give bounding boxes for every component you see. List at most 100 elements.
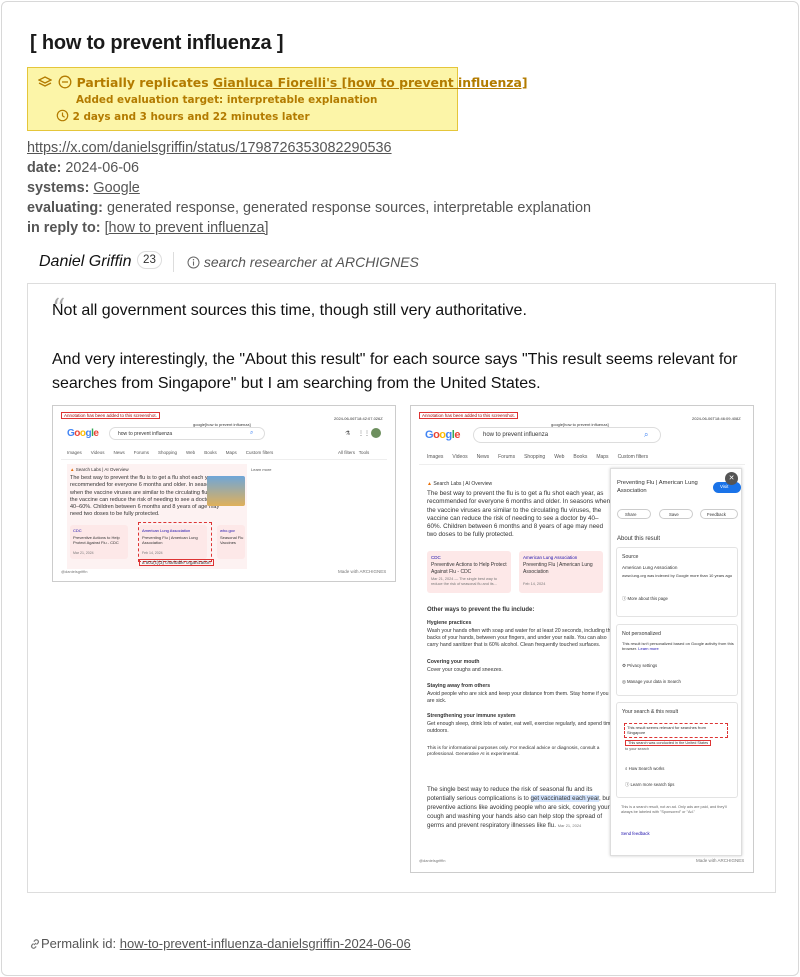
made-with: Made with ARCHIGNES <box>338 569 387 574</box>
labs-icon: ▲ <box>427 481 432 487</box>
replication-target-link[interactable]: Gianluca Fiorelli's [how to prevent infl… <box>213 75 528 90</box>
overview-label: ▲ Search Labs | AI Overview <box>427 481 492 487</box>
quote-block: “ Not all government sources this time, … <box>27 283 776 893</box>
np-heading: Not personalized <box>622 631 661 637</box>
section-text: Avoid people who are sick and keep your … <box>427 691 609 704</box>
replication-banner: Partially replicates Gianluca Fiorelli's… <box>27 67 528 131</box>
section-heading: Staying away from others <box>427 683 491 689</box>
search-tab[interactable]: News <box>477 454 490 460</box>
source-card[interactable]: CDC Preventive Actions to Help Protect A… <box>70 525 128 559</box>
source-card[interactable]: American Lung Association Preventing Flu… <box>519 551 603 593</box>
replication-time: 2 days and 3 hours and 22 minutes later <box>72 111 310 123</box>
search-tab[interactable]: Custom filters <box>246 450 274 455</box>
screenshot-thumbnail-2[interactable]: Annotation has been added to this screen… <box>410 405 754 873</box>
search-tab[interactable]: Web <box>554 454 564 460</box>
shot-handle: @danielsgriffin <box>419 858 446 863</box>
search-tab[interactable]: Maps <box>226 450 237 455</box>
made-with: Made with ARCHIGNES <box>696 858 745 863</box>
tools-row: All filters Tools <box>338 450 369 455</box>
search-tab[interactable]: Books <box>573 454 587 460</box>
source-card[interactable]: who.gov Seasonal Flu Vaccines <box>217 525 245 559</box>
bottom-snippet: The single best way to reduce the risk o… <box>427 786 615 831</box>
shot-timestamp: 2024-06-06T18:42:07.026Z <box>334 416 383 421</box>
shot-timestamp: 2024-06-06T18:46:09.408Z <box>692 416 741 421</box>
more-about-link[interactable]: ⓘ More about this page <box>622 596 668 602</box>
overview-label: ▲ Search Labs | AI Overview <box>70 467 129 472</box>
screenshot-thumbnail-1[interactable]: Annotation has been added to this screen… <box>52 405 396 582</box>
permalink-label: Permalink id: <box>41 936 117 951</box>
bottom-highlight: get vaccinated each year <box>530 794 599 802</box>
search-tab[interactable]: Shopping <box>158 450 177 455</box>
learn-more-link[interactable]: Learn more <box>251 467 271 472</box>
gear-icon: ⚙ <box>622 663 626 668</box>
all-filters[interactable]: All filters <box>338 450 355 455</box>
search-tab[interactable]: Custom filters <box>618 454 649 460</box>
feedback-button[interactable]: Feedback <box>700 509 738 519</box>
permalink-id-link[interactable]: how-to-prevent-influenza-danielsgriffin-… <box>120 936 411 951</box>
search-tab[interactable]: Books <box>204 450 217 455</box>
systems-link[interactable]: Google <box>93 180 139 196</box>
replication-row: Partially replicates Gianluca Fiorelli's… <box>38 75 528 90</box>
overview-text: The best way to prevent the flu is to ge… <box>70 475 228 518</box>
annotation-highlight <box>138 522 212 562</box>
post-page: [ how to prevent influenza ] Partially r… <box>1 1 799 976</box>
source-name: CDC <box>73 528 82 533</box>
send-feedback-link[interactable]: Send feedback <box>621 831 650 836</box>
author-name[interactable]: Daniel Griffin <box>39 253 131 271</box>
share-label: Share <box>625 512 637 517</box>
manage-data-link[interactable]: ◎ Manage your data in Search <box>622 679 681 685</box>
search-input[interactable]: how to prevent influenza ⌕ <box>473 427 661 443</box>
search-tab[interactable]: Forums <box>134 450 149 455</box>
search-tab[interactable]: Videos <box>452 454 467 460</box>
meta-reply-row: in reply to: [how to prevent influenza] <box>27 220 269 236</box>
np-learn-link[interactable]: Learn more <box>638 646 658 651</box>
search-tab[interactable]: Web <box>186 450 195 455</box>
search-tab[interactable]: Images <box>67 450 82 455</box>
relevant-text: This result seems relevant for searches … <box>624 723 728 738</box>
save-button[interactable]: Save <box>659 509 693 519</box>
date-label: date: <box>27 160 62 176</box>
reply-link[interactable]: [how to prevent influenza] <box>105 220 269 236</box>
source-title: Preventive Actions to Help Protect Again… <box>73 535 120 546</box>
search-input[interactable]: how to prevent influenza ⌕ <box>109 427 265 440</box>
replication-prefix: Partially replicates <box>76 75 209 90</box>
privacy-settings-link[interactable]: ⚙ Privacy settings <box>622 663 657 669</box>
search-icon[interactable]: ⌕ <box>250 430 253 437</box>
section-heading: Covering your mouth <box>427 659 480 665</box>
how-works-label: How Search works <box>628 766 665 771</box>
disclaimer: This is for informational purposes only.… <box>427 746 600 758</box>
source-card[interactable]: CDC Preventive Actions to Help Protect A… <box>427 551 511 593</box>
panel-footer: This is a search result, not an ad. Only… <box>621 805 727 814</box>
search-tabs: Images Videos News Forums Shopping Web Books Ma… <box>427 454 657 460</box>
search-tab[interactable]: Shopping <box>524 454 545 460</box>
search-tab[interactable]: Maps <box>596 454 608 460</box>
apps-icon[interactable]: ⋮⋮ <box>358 430 370 437</box>
close-icon[interactable]: ✕ <box>725 472 738 485</box>
source-title: Preventing Flu | American Lung Associati… <box>523 562 593 575</box>
how-search-works-link[interactable]: ⌕ How Search works <box>625 766 664 771</box>
search-icon[interactable]: ⌕ <box>644 430 648 440</box>
search-tab[interactable]: News <box>113 450 124 455</box>
annotation-notice: Annotation has been added to this screen… <box>61 412 160 419</box>
source-title: Preventive Actions to Help Protect Again… <box>431 562 507 575</box>
section-text: Cover your coughs and sneezes. <box>427 667 503 673</box>
section-text: Wash your hands often with soap and wate… <box>427 628 614 648</box>
tools-button[interactable]: Tools <box>359 450 370 455</box>
search-tab[interactable]: Images <box>427 454 443 460</box>
annotation-note: a 501(c)(3) charitable organization <box>139 559 214 566</box>
avatar[interactable] <box>371 428 381 438</box>
search-tab[interactable]: Forums <box>498 454 515 460</box>
author-role: search researcher at ARCHIGNES <box>187 254 419 270</box>
source-snippet: Feb 14, 2024 <box>523 582 546 586</box>
search-tab[interactable]: Videos <box>91 450 105 455</box>
systems-label: systems: <box>27 180 90 196</box>
search-tips-link[interactable]: ⓘ Learn more search tips <box>625 782 674 788</box>
page-title: [ how to prevent influenza ] <box>30 32 284 54</box>
share-button[interactable]: Share <box>617 509 651 519</box>
source-org: American Lung Association <box>622 565 678 570</box>
source-snippet: Mar 21, 2024 — The single best way to re… <box>431 577 497 586</box>
lab-icon[interactable]: ⚗ <box>345 430 350 437</box>
reply-label: in reply to: <box>27 220 101 236</box>
about-result-panel: Preventing Flu | American Lung Associati… <box>610 468 742 856</box>
source-url-link[interactable]: https://x.com/danielsgriffin/status/1798… <box>27 140 392 156</box>
